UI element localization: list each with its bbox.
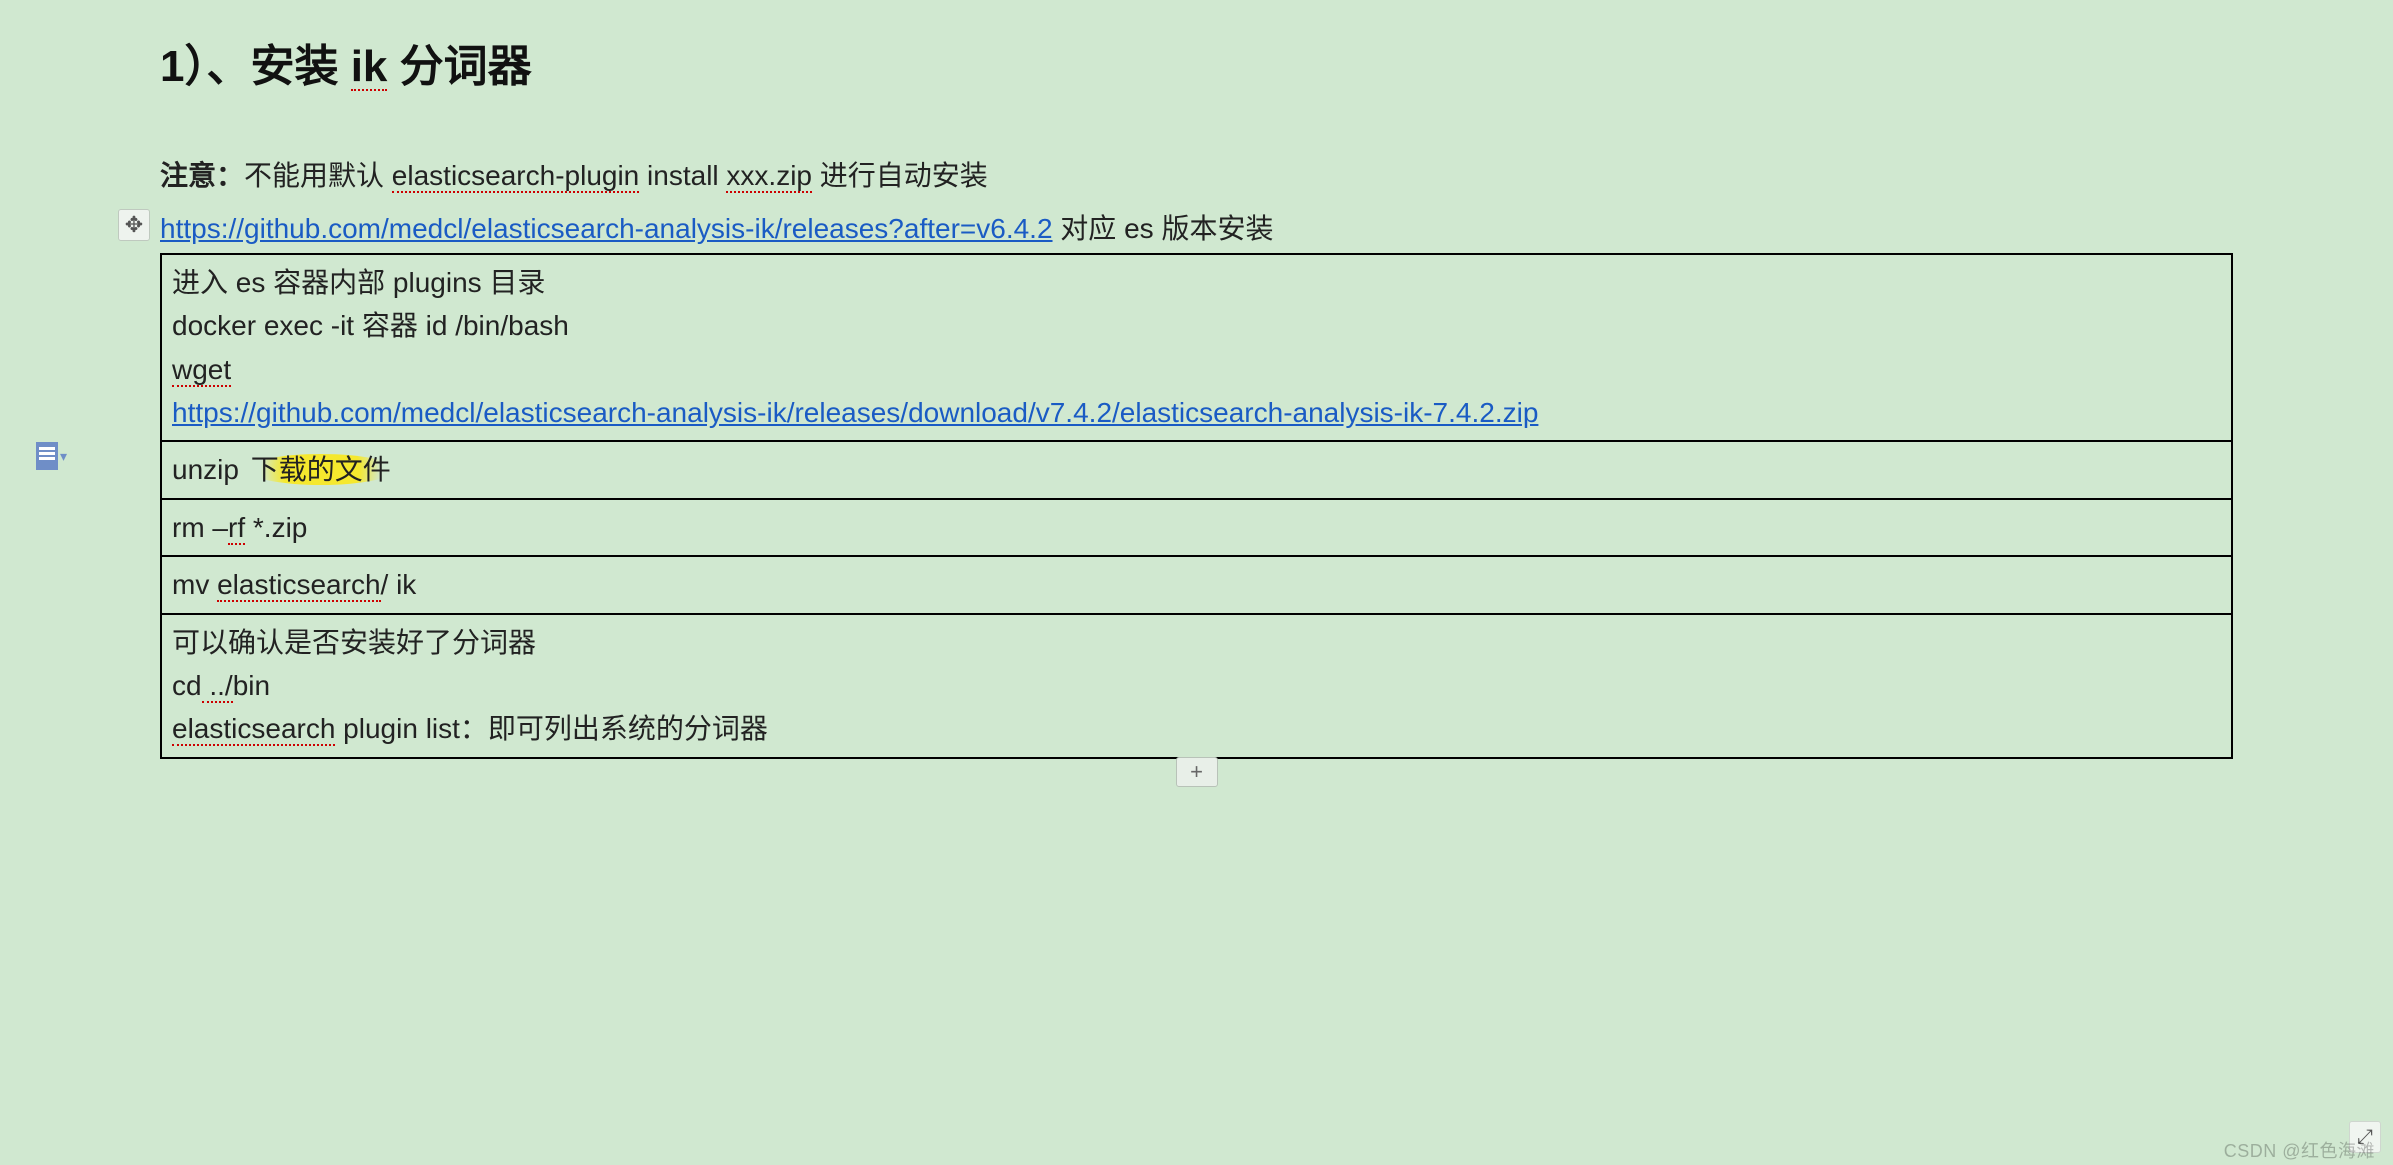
watermark-text: CSDN @红色海滩: [2224, 1137, 2375, 1163]
row5-l2-pre: cd: [172, 670, 202, 701]
heading-prefix: 1）、安装: [160, 42, 351, 91]
section-heading: 1）、安装 ik 分词器: [160, 30, 2233, 94]
paste-options-button[interactable]: ▾: [36, 438, 84, 474]
document-page: 1）、安装 ik 分词器 注意：不能用默认 elasticsearch-plug…: [0, 0, 2393, 799]
note-file: xxx.zip: [726, 160, 812, 193]
heading-squiggle-word: ik: [351, 45, 388, 91]
link-row: ✥ https://github.com/medcl/elasticsearch…: [160, 207, 2233, 247]
table-row[interactable]: unzip 下载的文件: [161, 441, 2232, 498]
row2-pre: unzip: [172, 454, 247, 485]
row1-wget: wget: [172, 354, 231, 387]
row5-l2-sq: ../: [202, 670, 233, 703]
instruction-table: 进入 es 容器内部 plugins 目录 docker exec -it 容器…: [160, 253, 2233, 759]
table-move-handle-icon[interactable]: ✥: [118, 209, 150, 241]
row4-squiggle: elasticsearch: [217, 569, 380, 602]
clipboard-icon: [36, 442, 58, 470]
table-row[interactable]: mv elasticsearch/ ik: [161, 556, 2232, 613]
row5-l3-pre: elasticsearch: [172, 713, 335, 746]
row4-pre: mv: [172, 569, 217, 600]
note-post: 进行自动安装: [812, 160, 988, 191]
note-label: 注意：: [160, 160, 244, 191]
note-mid: install: [639, 160, 726, 191]
heading-suffix: 分词器: [387, 42, 531, 91]
table-row[interactable]: rm –rf *.zip: [161, 499, 2232, 556]
row5-line1: 可以确认是否安装好了分词器: [172, 621, 2221, 664]
plus-icon: +: [1190, 759, 1203, 785]
row2-highlight: 下载的文件: [247, 454, 395, 485]
row3-pre: rm –: [172, 512, 228, 543]
row1-line1: 进入 es 容器内部 plugins 目录: [172, 261, 2221, 304]
table-row[interactable]: 进入 es 容器内部 plugins 目录 docker exec -it 容器…: [161, 254, 2232, 442]
note-line: 注意：不能用默认 elasticsearch-plugin install xx…: [160, 154, 2233, 199]
note-command: elasticsearch-plugin: [392, 160, 639, 193]
add-row-button[interactable]: +: [1176, 757, 1218, 787]
row3-squiggle: rf: [228, 512, 245, 545]
row4-post: / ik: [381, 569, 417, 600]
download-link[interactable]: https://github.com/medcl/elasticsearch-a…: [172, 397, 1538, 428]
note-pre: 不能用默认: [244, 160, 392, 191]
releases-link[interactable]: https://github.com/medcl/elasticsearch-a…: [160, 213, 1053, 244]
row1-line2: docker exec -it 容器 id /bin/bash: [172, 304, 2221, 347]
row5-l2-post: bin: [233, 670, 270, 701]
chevron-down-icon: ▾: [60, 448, 67, 465]
row5-l3-mid: plugin list：即可列出系统的分词器: [335, 713, 768, 744]
row3-post: *.zip: [245, 512, 307, 543]
link-tail-text: 对应 es 版本安装: [1053, 213, 1274, 244]
table-row[interactable]: 可以确认是否安装好了分词器 cd ../bin elasticsearch pl…: [161, 614, 2232, 758]
